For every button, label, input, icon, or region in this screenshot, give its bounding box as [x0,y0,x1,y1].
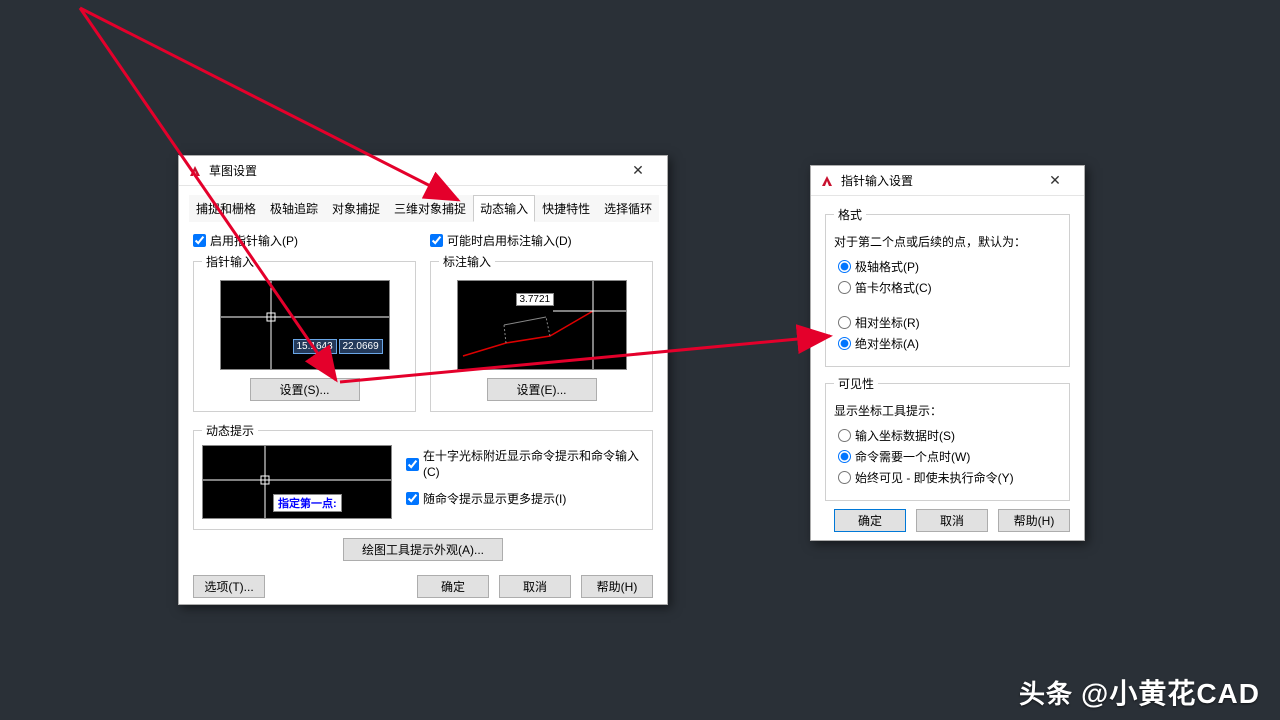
dialog-title: 指针输入设置 [841,172,913,189]
checkbox[interactable] [430,234,443,247]
help-button[interactable]: 帮助(H) [581,575,653,598]
checkbox[interactable] [193,234,206,247]
titlebar: 草图设置 ✕ [179,156,667,186]
watermark-author: @小黄花CAD [1081,672,1260,712]
pointer-input-preview: 15.1643 22.0669 [220,280,390,370]
radio[interactable] [838,281,851,294]
tab-dynamic-input[interactable]: 动态输入 [473,195,535,222]
watermark: 头条 @小黄花CAD [1019,672,1260,712]
tab-snap-and-grid[interactable]: 捕捉和栅格 [189,195,263,222]
tab-selection-cycling[interactable]: 选择循环 [597,195,659,222]
format-group: 格式 对于第二个点或后续的点，默认为： 极轴格式(P) 笛卡尔格式(C) 相对坐… [825,206,1070,367]
visibility-group: 可见性 显示坐标工具提示： 输入坐标数据时(S) 命令需要一个点时(W) 始终可… [825,375,1070,501]
always-visible-radio[interactable]: 始终可见 - 即使未执行命令(Y) [838,469,1061,486]
dialog-title: 草图设置 [209,162,257,179]
ok-button[interactable]: 确定 [417,575,489,598]
drafting-settings-dialog: 草图设置 ✕ 捕捉和栅格 极轴追踪 对象捕捉 三维对象捕捉 动态输入 快捷特性 … [178,155,668,605]
cancel-button[interactable]: 取消 [916,509,988,532]
tabs: 捕捉和栅格 极轴追踪 对象捕捉 三维对象捕捉 动态输入 快捷特性 选择循环 [189,194,657,222]
checkbox[interactable] [406,492,419,505]
dimension-input-group: 标注输入 3.7721 设置(E)... [430,253,653,412]
pointer-input-group: 指针输入 15.1643 22.0669 设置(S)... [193,253,416,412]
dynamic-prompts-group: 动态提示 指定第一点: 在十字光标附近显示命令提示和命令输入(C) [193,422,653,530]
watermark-prefix: 头条 [1019,674,1073,711]
dim-value: 3.7721 [516,293,555,306]
polar-format-radio[interactable]: 极轴格式(P) [838,258,1061,275]
visibility-desc: 显示坐标工具提示： [834,402,1061,419]
dimension-settings-button[interactable]: 设置(E)... [487,378,597,401]
enable-pointer-input-checkbox[interactable]: 启用指针输入(P) [193,232,416,249]
dynamic-prompts-preview: 指定第一点: [202,445,392,519]
prompt-text: 指定第一点: [273,494,342,512]
format-desc: 对于第二个点或后续的点，默认为： [834,233,1061,250]
close-icon[interactable]: ✕ [1034,167,1076,195]
cartesian-format-radio[interactable]: 笛卡尔格式(C) [838,279,1061,296]
tooltip-appearance-button[interactable]: 绘图工具提示外观(A)... [343,538,503,561]
relative-coord-radio[interactable]: 相对坐标(R) [838,314,1061,331]
pointer-settings-button[interactable]: 设置(S)... [250,378,360,401]
dimension-input-preview: 3.7721 [457,280,627,370]
checkbox[interactable] [406,458,419,471]
radio[interactable] [838,260,851,273]
help-button[interactable]: 帮助(H) [998,509,1070,532]
app-icon [819,173,835,189]
show-on-command-point-radio[interactable]: 命令需要一个点时(W) [838,448,1061,465]
close-icon[interactable]: ✕ [617,157,659,185]
cancel-button[interactable]: 取消 [499,575,571,598]
show-cmd-prompt-checkbox[interactable]: 在十字光标附近显示命令提示和命令输入(C) [406,449,644,480]
radio[interactable] [838,450,851,463]
radio[interactable] [838,429,851,442]
ok-button[interactable]: 确定 [834,509,906,532]
options-button[interactable]: 选项(T)... [193,575,265,598]
tab-polar-tracking[interactable]: 极轴追踪 [263,195,325,222]
radio[interactable] [838,471,851,484]
coord-x-value: 15.1643 [293,339,337,354]
tab-quick-properties[interactable]: 快捷特性 [535,195,597,222]
app-icon [187,163,203,179]
radio[interactable] [838,316,851,329]
show-on-data-input-radio[interactable]: 输入坐标数据时(S) [838,427,1061,444]
enable-dimension-input-checkbox[interactable]: 可能时启用标注输入(D) [430,232,653,249]
titlebar: 指针输入设置 ✕ [811,166,1084,196]
radio[interactable] [838,337,851,350]
coord-y-value: 22.0669 [339,339,383,354]
tab-object-snap[interactable]: 对象捕捉 [325,195,387,222]
show-more-prompts-checkbox[interactable]: 随命令提示显示更多提示(I) [406,490,644,507]
pointer-input-settings-dialog: 指针输入设置 ✕ 格式 对于第二个点或后续的点，默认为： 极轴格式(P) 笛卡尔… [810,165,1085,541]
tab-3d-object-snap[interactable]: 三维对象捕捉 [387,195,473,222]
absolute-coord-radio[interactable]: 绝对坐标(A) [838,335,1061,352]
